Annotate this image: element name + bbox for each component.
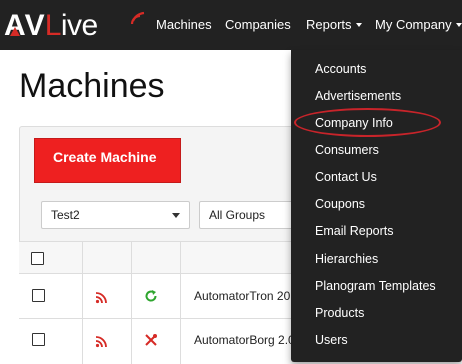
nav-companies[interactable]: Companies bbox=[225, 0, 291, 50]
create-machine-button[interactable]: Create Machine bbox=[34, 138, 181, 183]
menu-item-coupons[interactable]: Coupons bbox=[315, 196, 365, 212]
page: { "brand": { "logo_prefix": "AV", "logo_… bbox=[0, 0, 462, 364]
navbar: AV Live Machines Companies Reports My Co… bbox=[0, 0, 462, 50]
menu-item-accounts[interactable]: Accounts bbox=[315, 61, 366, 77]
highlight-annotation-ellipse bbox=[294, 108, 441, 137]
caret-down-icon bbox=[455, 22, 462, 27]
group-select-value: All Groups bbox=[209, 208, 266, 222]
select-all-checkbox[interactable] bbox=[31, 252, 44, 265]
nav-reports-label: Reports bbox=[306, 17, 352, 32]
company-select-value: Test2 bbox=[51, 208, 80, 222]
logo-av-text: AV bbox=[4, 9, 45, 42]
menu-item-advertisements[interactable]: Advertisements bbox=[315, 88, 401, 104]
refresh-icon bbox=[145, 290, 157, 302]
column-divider bbox=[131, 241, 132, 364]
column-divider bbox=[82, 241, 83, 364]
rss-icon bbox=[95, 292, 107, 304]
caret-down-icon bbox=[172, 213, 180, 218]
caret-down-icon bbox=[355, 22, 362, 27]
menu-item-hierarchies[interactable]: Hierarchies bbox=[315, 251, 378, 267]
nav-reports[interactable]: Reports bbox=[306, 0, 362, 50]
menu-item-planogram-templates[interactable]: Planogram Templates bbox=[315, 278, 436, 294]
menu-item-contact-us[interactable]: Contact Us bbox=[315, 169, 377, 185]
menu-item-products[interactable]: Products bbox=[315, 305, 364, 321]
menu-item-email-reports[interactable]: Email Reports bbox=[315, 223, 394, 239]
row-checkbox[interactable] bbox=[32, 333, 45, 346]
machine-name[interactable]: AutomatorTron 20 bbox=[194, 289, 290, 303]
tools-icon bbox=[145, 334, 157, 346]
row-checkbox[interactable] bbox=[32, 289, 45, 302]
signal-icon bbox=[130, 11, 145, 25]
nav-my-company-label: My Company bbox=[375, 17, 452, 32]
machine-name[interactable]: AutomatorBorg 2.0 bbox=[194, 333, 295, 347]
brand-logo[interactable]: AV Live bbox=[4, 8, 145, 44]
rss-icon bbox=[95, 336, 107, 348]
company-select[interactable]: Test2 bbox=[41, 201, 190, 229]
group-select[interactable]: All Groups bbox=[199, 201, 294, 229]
menu-item-users[interactable]: Users bbox=[315, 332, 348, 348]
page-title: Machines bbox=[19, 67, 165, 105]
reports-dropdown-menu: Accounts Advertisements Company Info Con… bbox=[291, 50, 462, 362]
nav-my-company[interactable]: My Company bbox=[375, 0, 462, 50]
menu-item-consumers[interactable]: Consumers bbox=[315, 142, 379, 158]
column-divider bbox=[180, 241, 181, 364]
logo-live-text: Live bbox=[44, 9, 99, 42]
nav-machines[interactable]: Machines bbox=[156, 0, 212, 50]
